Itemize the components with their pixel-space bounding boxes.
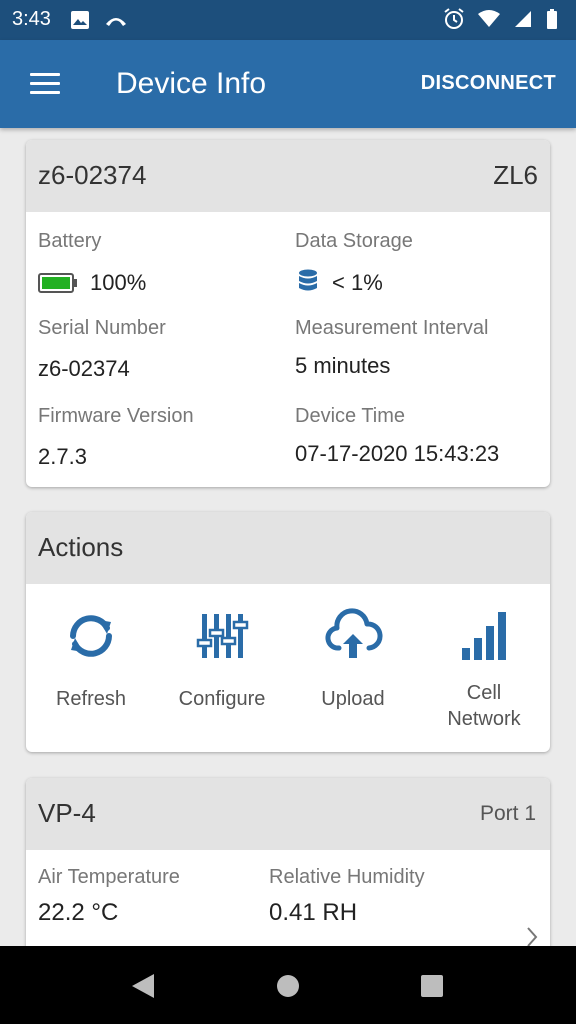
page-title: Device Info <box>116 67 267 100</box>
recents-icon[interactable] <box>420 974 444 998</box>
alarm-icon <box>444 8 464 29</box>
firmware-version-value: 2.7.3 <box>38 444 87 469</box>
data-storage-value: < 1% <box>332 270 383 295</box>
image-notification-icon <box>71 11 89 29</box>
serial-number-value: z6-02374 <box>38 356 130 381</box>
refresh-button[interactable]: Refresh <box>26 608 156 712</box>
device-time-label: Device Time <box>295 405 406 427</box>
configure-button[interactable]: Configure <box>157 608 287 712</box>
app-bar: Device Info DISCONNECT <box>0 40 576 128</box>
back-icon[interactable] <box>130 972 156 1000</box>
device-name: z6-02374 <box>38 160 147 190</box>
measurement-interval-value: 5 minutes <box>295 353 391 378</box>
air-temperature-value: 22.2 °C <box>38 899 119 926</box>
battery-status-icon <box>547 9 557 29</box>
air-temperature-label: Air Temperature <box>38 866 180 888</box>
cell-signal-icon <box>515 11 531 27</box>
device-time-value: 07-17-2020 15:43:23 <box>295 441 500 466</box>
chevron-right-icon <box>527 927 538 947</box>
device-info-card: z6-02374 ZL6 Battery 100% Data Storage <… <box>26 140 550 487</box>
sliders-icon <box>196 614 249 658</box>
sensor-card-header: VP-4 Port 1 <box>26 778 550 850</box>
battery-label: Battery <box>38 230 102 252</box>
menu-icon[interactable] <box>30 73 60 95</box>
relative-humidity-label: Relative Humidity <box>269 866 425 888</box>
home-icon[interactable] <box>276 974 300 998</box>
cell-network-button[interactable]: Cell Network <box>419 608 549 732</box>
actions-card-header: Actions <box>26 512 550 584</box>
cloud-upload-icon <box>325 608 383 658</box>
firmware-version-label: Firmware Version <box>38 405 194 427</box>
upload-label: Upload <box>321 688 385 710</box>
disconnect-button[interactable]: DISCONNECT <box>421 72 556 95</box>
configure-label: Configure <box>178 688 266 710</box>
device-model: ZL6 <box>493 160 538 190</box>
database-icon <box>299 269 317 291</box>
battery-full-icon <box>38 273 77 293</box>
refresh-icon <box>70 615 112 657</box>
sensor-name: VP-4 <box>38 798 96 828</box>
device-card-header: z6-02374 ZL6 <box>26 140 550 212</box>
measurement-interval-label: Measurement Interval <box>295 317 489 339</box>
status-bar: 3:43 <box>0 0 576 40</box>
missed-call-icon <box>106 18 126 26</box>
wifi-icon <box>478 10 500 27</box>
sensor-port: Port 1 <box>479 802 536 825</box>
serial-number-label: Serial Number <box>38 317 166 339</box>
actions-card: Actions Refresh Configure Upload Cell Ne… <box>26 512 550 752</box>
relative-humidity-value: 0.41 RH <box>269 899 358 926</box>
data-storage-label: Data Storage <box>295 230 413 252</box>
cell-network-label: Cell Network <box>447 682 521 730</box>
upload-button[interactable]: Upload <box>288 608 418 712</box>
navigation-bar <box>0 946 576 1024</box>
battery-value: 100% <box>90 270 147 295</box>
actions-title: Actions <box>38 532 124 562</box>
refresh-label: Refresh <box>55 688 127 710</box>
signal-bars-icon <box>462 612 506 660</box>
status-time: 3:43 <box>12 8 51 30</box>
